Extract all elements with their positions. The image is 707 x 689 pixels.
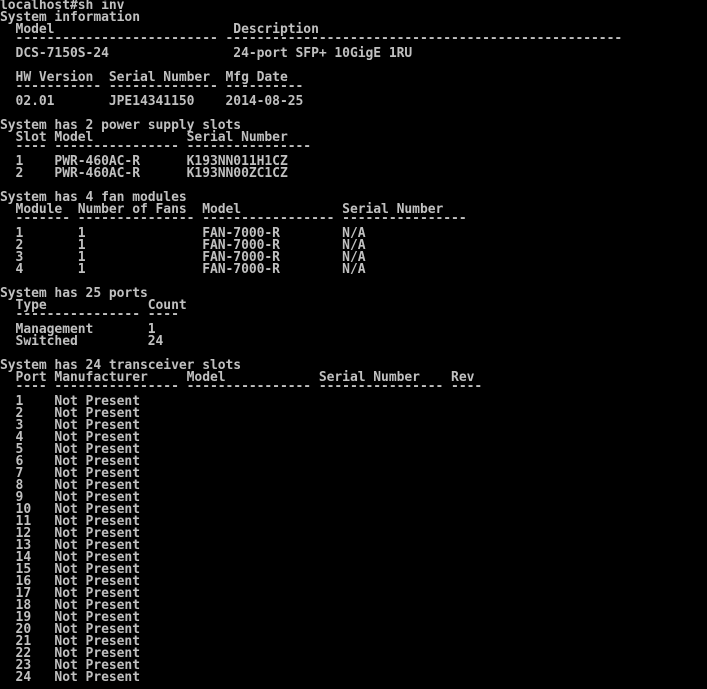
transceiver-rule: ---- ---------------- ---------------- -…	[0, 379, 483, 394]
ports-rule: ---------------- ----	[0, 307, 179, 322]
fan-modules-rule: ------- --------------- ----------------…	[0, 211, 467, 226]
fan-module-row: 4 1 FAN-7000-R N/A	[0, 262, 366, 277]
system-model-row: DCS-7150S-24 24-port SFP+ 10GigE 1RU	[0, 46, 413, 61]
hw-version-row: 02.01 JPE14341150 2014-08-25	[0, 94, 304, 109]
power-supply-rule: ---- ---------------- ----------------	[0, 139, 312, 154]
hw-version-rule: ----------- -------------- ----------	[0, 79, 304, 94]
terminal-window[interactable]: localhost#sh inv System information Mode…	[0, 0, 707, 689]
power-supply-row: 2 PWR-460AC-R K193NN00ZC1CZ	[0, 166, 288, 181]
transceiver-row: 24 Not Present	[0, 670, 140, 685]
system-info-rule: -------------------------- -------------…	[0, 31, 623, 46]
ports-row: Switched 24	[0, 334, 164, 349]
